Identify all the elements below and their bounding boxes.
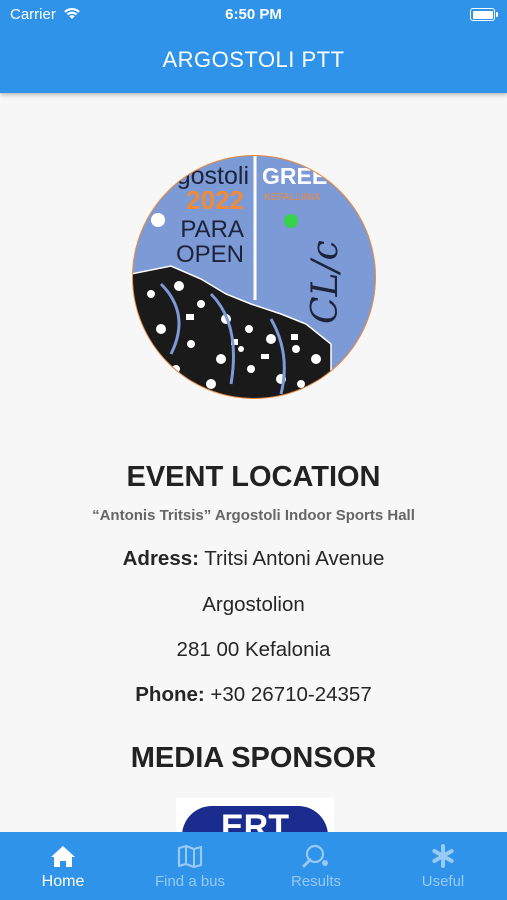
logo-text-open: OPEN	[176, 241, 244, 268]
media-sponsor-title: MEDIA SPONSOR	[130, 742, 377, 774]
city-line: Argostolion	[202, 593, 305, 616]
address-label: Adress:	[122, 547, 199, 570]
phone-value[interactable]: +30 26710-24357	[210, 683, 371, 706]
event-logo: gostoli 2022 PARA OPEN GREE KEFALLINIA C…	[132, 155, 376, 399]
app-header: Carrier 6:50 PM ARGOSTOLI PTT	[0, 0, 507, 93]
table-tennis-icon	[302, 844, 328, 868]
ball-icon	[151, 213, 165, 227]
status-bar: Carrier 6:50 PM	[0, 0, 507, 30]
clock: 6:50 PM	[225, 6, 282, 23]
green-ball-icon	[284, 214, 298, 228]
logo-text-para: PARA	[180, 216, 244, 243]
tab-results-label: Results	[290, 873, 342, 890]
home-icon	[51, 846, 75, 867]
address-line: Adress: Tritsi Antoni Avenue	[0, 547, 507, 571]
address-value: Tritsi Antoni Avenue	[204, 547, 385, 570]
tab-bar: Home Find a bus Results Useful	[0, 832, 507, 900]
event-location-title: EVENT LOCATION	[126, 461, 381, 493]
tab-find-bus[interactable]: Find a bus	[127, 832, 253, 900]
phone-label: Phone:	[135, 683, 205, 706]
phone-line[interactable]: Phone: +30 26710-24357	[0, 683, 507, 707]
venue-name: “Antonis Tritsis” Argostoli Indoor Sport…	[92, 507, 415, 524]
logo-text-green: GREE	[262, 163, 327, 189]
logo-year: 2022	[186, 185, 244, 215]
postal-line: 281 00 Kefalonia	[176, 638, 331, 661]
page-title: ARGOSTOLI PTT	[162, 47, 345, 72]
tab-useful[interactable]: Useful	[380, 832, 506, 900]
logo-text-kefallinia: KEFALLINIA	[264, 192, 320, 203]
tab-find-bus-label: Find a bus	[154, 873, 226, 890]
tab-useful-label: Useful	[421, 873, 465, 890]
tab-home-label: Home	[41, 873, 85, 890]
tab-results[interactable]: Results	[253, 832, 379, 900]
battery-icon	[470, 8, 498, 21]
tab-home[interactable]: Home	[0, 832, 126, 900]
asterisk-icon	[432, 844, 454, 868]
map-icon	[177, 844, 203, 868]
logo-script: CL/c	[305, 240, 346, 324]
